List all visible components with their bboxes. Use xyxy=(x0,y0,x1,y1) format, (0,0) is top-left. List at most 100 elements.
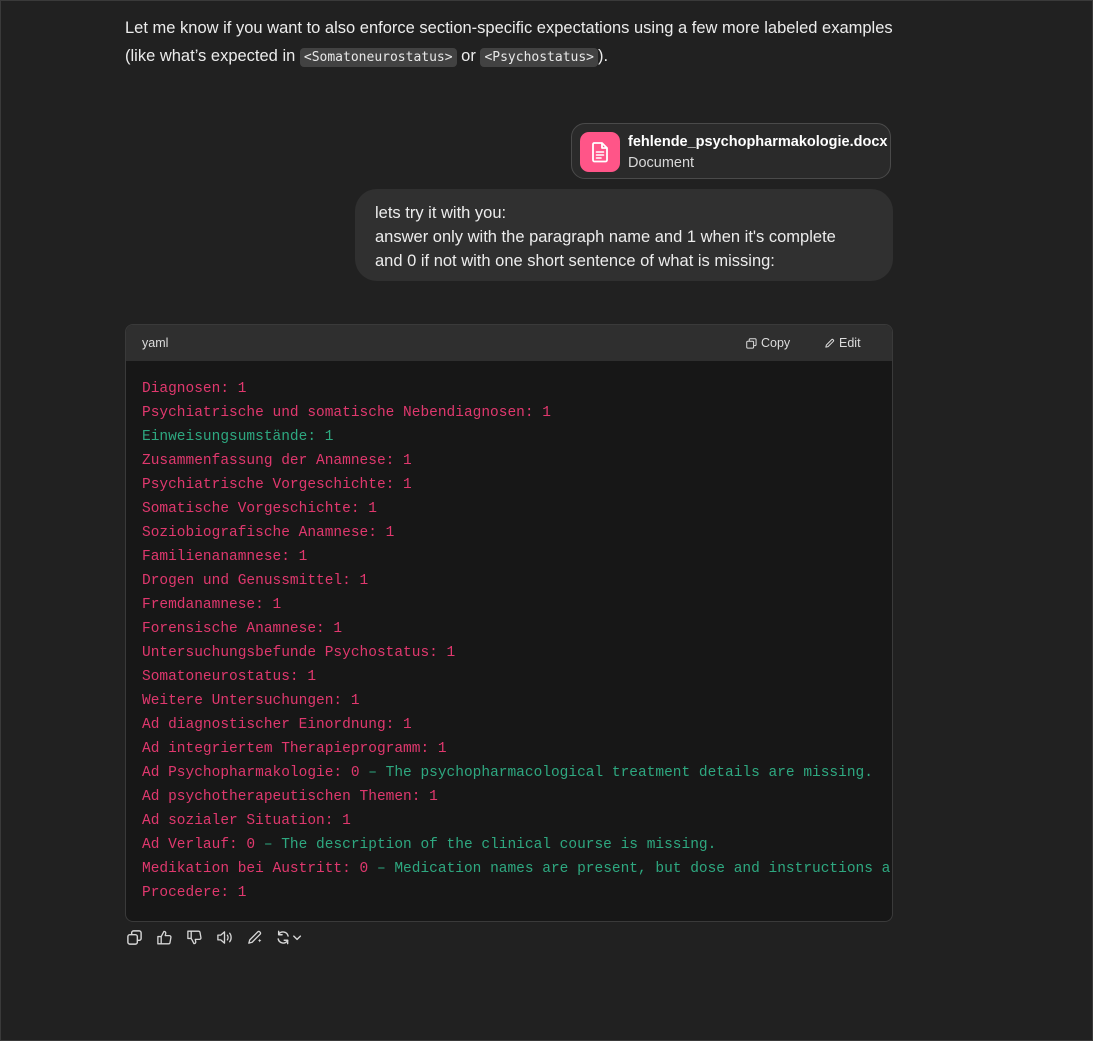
edit-pen-icon xyxy=(825,338,835,348)
code-line-value: – The description of the clinical course… xyxy=(255,837,717,853)
code-line-value: 1 xyxy=(229,381,247,397)
copy-message-button[interactable] xyxy=(125,926,143,948)
code-line-value: 1 xyxy=(437,645,456,661)
regenerate-icon xyxy=(277,930,302,944)
code-line-value: 1 xyxy=(359,501,377,517)
code-line-key: Ad diagnostischer Einordnung: xyxy=(142,717,395,733)
read-aloud-icon xyxy=(216,930,232,944)
copy-code-label: Copy xyxy=(761,336,791,350)
code-line: Forensische Anamnese: 1 xyxy=(142,617,892,641)
code-line-key: Untersuchungsbefunde Psychostatus: xyxy=(142,645,438,661)
code-line-value: 1 xyxy=(533,405,551,421)
attachment-file-name: fehlende_psychopharmakologie.docx xyxy=(628,134,888,150)
code-content: Diagnosen: 1 Psychiatrische und somatisch… xyxy=(126,361,892,905)
code-line: Drogen und Genussmittel: 1 xyxy=(142,569,892,593)
edit-pen-icon xyxy=(247,930,261,944)
code-line-key: Fremdanamnese: xyxy=(142,597,264,613)
copy-code-button[interactable]: Copy xyxy=(746,336,790,350)
code-line-key: Drogen und Genussmittel: xyxy=(142,573,351,589)
code-line: Einweisungsumstände: 1 xyxy=(142,425,892,449)
code-line: Untersuchungsbefunde Psychostatus: 1 xyxy=(142,641,892,665)
code-line: Soziobiografische Anamnese: 1 xyxy=(142,521,892,545)
code-line-value: 1 xyxy=(394,453,412,469)
read-aloud-button[interactable] xyxy=(215,926,233,948)
message-actions-bar xyxy=(125,926,305,948)
copy-icon xyxy=(746,337,757,349)
code-line: Weitere Untersuchungen: 1 xyxy=(142,689,892,713)
user-message-line: and 0 if not with one short sentence of … xyxy=(375,252,775,270)
code-line: Ad integriertem Therapieprogramm: 1 xyxy=(142,737,892,761)
attachment-file-type: Document xyxy=(628,155,695,171)
code-line-key: Ad sozialer Situation: xyxy=(142,813,334,829)
document-icon xyxy=(580,132,620,172)
attachment-card[interactable]: fehlende_psychopharmakologie.docx Docume… xyxy=(571,123,891,179)
edit-code-label: Edit xyxy=(839,336,861,350)
code-line-value: 1 xyxy=(429,741,447,757)
code-line: Procedere: 1 xyxy=(142,881,892,905)
code-line-key: Diagnosen: xyxy=(142,381,230,397)
code-line: Familienanamnese: 1 xyxy=(142,545,892,569)
code-line-key: Procedere: xyxy=(142,885,230,901)
edit-code-button[interactable]: Edit xyxy=(824,336,861,350)
assistant-intro-text: Let me know if you want to also enforce … xyxy=(125,14,893,72)
code-line-value: 1 xyxy=(376,525,395,541)
code-line-key: Psychiatrische und somatische Nebendiagn… xyxy=(142,405,534,421)
code-line-key: Medikation bei Austritt: 0 xyxy=(142,861,369,877)
code-line-key: Familienanamnese: xyxy=(142,549,290,565)
user-message-line: answer only with the paragraph name and … xyxy=(375,228,836,246)
inline-code-psychostatus: <Psychostatus> xyxy=(480,48,599,67)
code-line-value: – Medication names are present, but dose… xyxy=(368,861,892,877)
code-line-key: Soziobiografische Anamnese: xyxy=(142,525,377,541)
code-line: Psychiatrische Vorgeschichte: 1 xyxy=(142,473,892,497)
code-line-key: Forensische Anamnese: xyxy=(142,621,325,637)
code-line-value: 1 xyxy=(350,573,369,589)
code-line-key: Somatische Vorgeschichte: xyxy=(142,501,360,517)
user-message-bubble: lets try it with you: answer only with t… xyxy=(355,189,893,281)
code-line-value: 1 xyxy=(229,885,247,901)
code-line-value: 1 xyxy=(333,813,351,829)
bad-response-button[interactable] xyxy=(185,926,203,948)
code-line-key: Ad Verlauf: 0 xyxy=(142,837,256,853)
code-line-value: 1 xyxy=(324,621,343,637)
inline-code-somatoneurostatus: <Somatoneurostatus> xyxy=(299,48,457,67)
code-line: Zusammenfassung der Anamnese: 1 xyxy=(142,449,892,473)
code-block-header: yaml Copy Edit xyxy=(126,325,892,361)
code-line-key: Somatoneurostatus: xyxy=(142,669,299,685)
regenerate-button[interactable] xyxy=(275,926,305,948)
code-line-value: 1 xyxy=(394,477,412,493)
code-line-value: 1 xyxy=(298,669,317,685)
code-line: Ad Verlauf: 0 – The description of the c… xyxy=(142,833,892,857)
code-line: Psychiatrische und somatische Nebendiagn… xyxy=(142,401,892,425)
code-line: Fremdanamnese: 1 xyxy=(142,593,892,617)
code-line: Somatoneurostatus: 1 xyxy=(142,665,892,689)
code-line-value: 1 xyxy=(394,717,412,733)
code-line-value: 1 xyxy=(316,429,334,445)
copy-icon xyxy=(126,929,142,945)
code-line: Medikation bei Austritt: 0 – Medication … xyxy=(142,857,892,881)
user-message-line: lets try it with you: xyxy=(375,204,507,222)
code-line-key: Zusammenfassung der Anamnese: xyxy=(142,453,395,469)
code-line-key: Ad psychotherapeutischen Themen: xyxy=(142,789,421,805)
code-line-value: – The psychopharmacological treatment de… xyxy=(359,765,873,781)
code-line-value: 1 xyxy=(289,549,308,565)
code-line-key: Ad Psychopharmakologie: 0 xyxy=(142,765,360,781)
thumbs-up-icon xyxy=(156,930,172,944)
code-line: Diagnosen: 1 xyxy=(142,377,892,401)
intro-text-after: ). xyxy=(598,47,609,65)
code-line: Ad diagnostischer Einordnung: 1 xyxy=(142,713,892,737)
code-line: Somatische Vorgeschichte: 1 xyxy=(142,497,892,521)
code-line: Ad Psychopharmakologie: 0 – The psychoph… xyxy=(142,761,892,785)
code-line: Ad sozialer Situation: 1 xyxy=(142,809,892,833)
code-line-key: Psychiatrische Vorgeschichte: xyxy=(142,477,395,493)
code-language-label: yaml xyxy=(142,336,169,350)
good-response-button[interactable] xyxy=(155,926,173,948)
code-line: Ad psychotherapeutischen Themen: 1 xyxy=(142,785,892,809)
edit-in-canvas-button[interactable] xyxy=(245,926,263,948)
code-block: yaml Copy Edit Diagnosen: 1 Psychiatrisch… xyxy=(125,324,893,922)
code-line-value: 1 xyxy=(263,597,282,613)
code-line-key: Ad integriertem Therapieprogramm: xyxy=(142,741,430,757)
thumbs-down-icon xyxy=(186,930,202,944)
code-line-value: 1 xyxy=(342,693,360,709)
code-line-value: 1 xyxy=(420,789,438,805)
code-line-key: Einweisungsumstände: xyxy=(142,429,317,445)
